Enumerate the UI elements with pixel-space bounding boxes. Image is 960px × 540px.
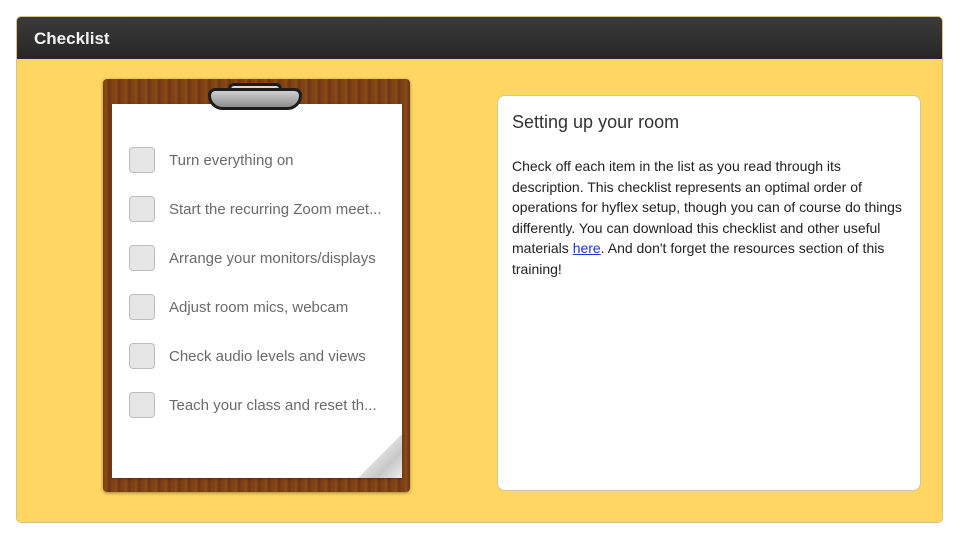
checkbox[interactable] [129,343,155,369]
checklist-item-label: Teach your class and reset th... [169,397,377,414]
checklist-item-label: Start the recurring Zoom meet... [169,201,382,218]
checklist-item-label: Check audio levels and views [169,348,366,365]
checkbox[interactable] [129,294,155,320]
checklist-item-turn-on[interactable]: Turn everything on [129,147,409,175]
checkbox[interactable] [129,147,155,173]
title-bar: Checklist [17,17,942,59]
clipboard-clip-icon [208,88,302,110]
checklist-item-label: Adjust room mics, webcam [169,299,349,316]
checklist-window: Checklist Turn everything on Start the r… [17,17,942,522]
checklist-item-teach-class[interactable]: Teach your class and reset th... [129,392,409,420]
checklist-item-start-zoom[interactable]: Start the recurring Zoom meet... [129,196,409,224]
page-curl-icon [358,434,402,478]
panel-body: Check off each item in the list as you r… [512,156,908,279]
panel-title: Setting up your room [512,112,680,132]
checklist-item-adjust-mics[interactable]: Adjust room mics, webcam [129,294,409,322]
checklist-item-check-audio[interactable]: Check audio levels and views [129,343,409,371]
checkbox[interactable] [129,392,155,418]
checklist-item-label: Arrange your monitors/displays [169,250,376,267]
checkbox[interactable] [129,245,155,271]
checklist-item-label: Turn everything on [169,152,294,169]
checklist-item-arrange-monitors[interactable]: Arrange your monitors/displays [129,245,409,273]
window-title: Checklist [34,29,110,48]
description-panel: Setting up your room Check off each item… [497,95,921,491]
checkbox[interactable] [129,196,155,222]
clipboard [103,79,410,492]
download-link[interactable]: here [573,240,601,256]
